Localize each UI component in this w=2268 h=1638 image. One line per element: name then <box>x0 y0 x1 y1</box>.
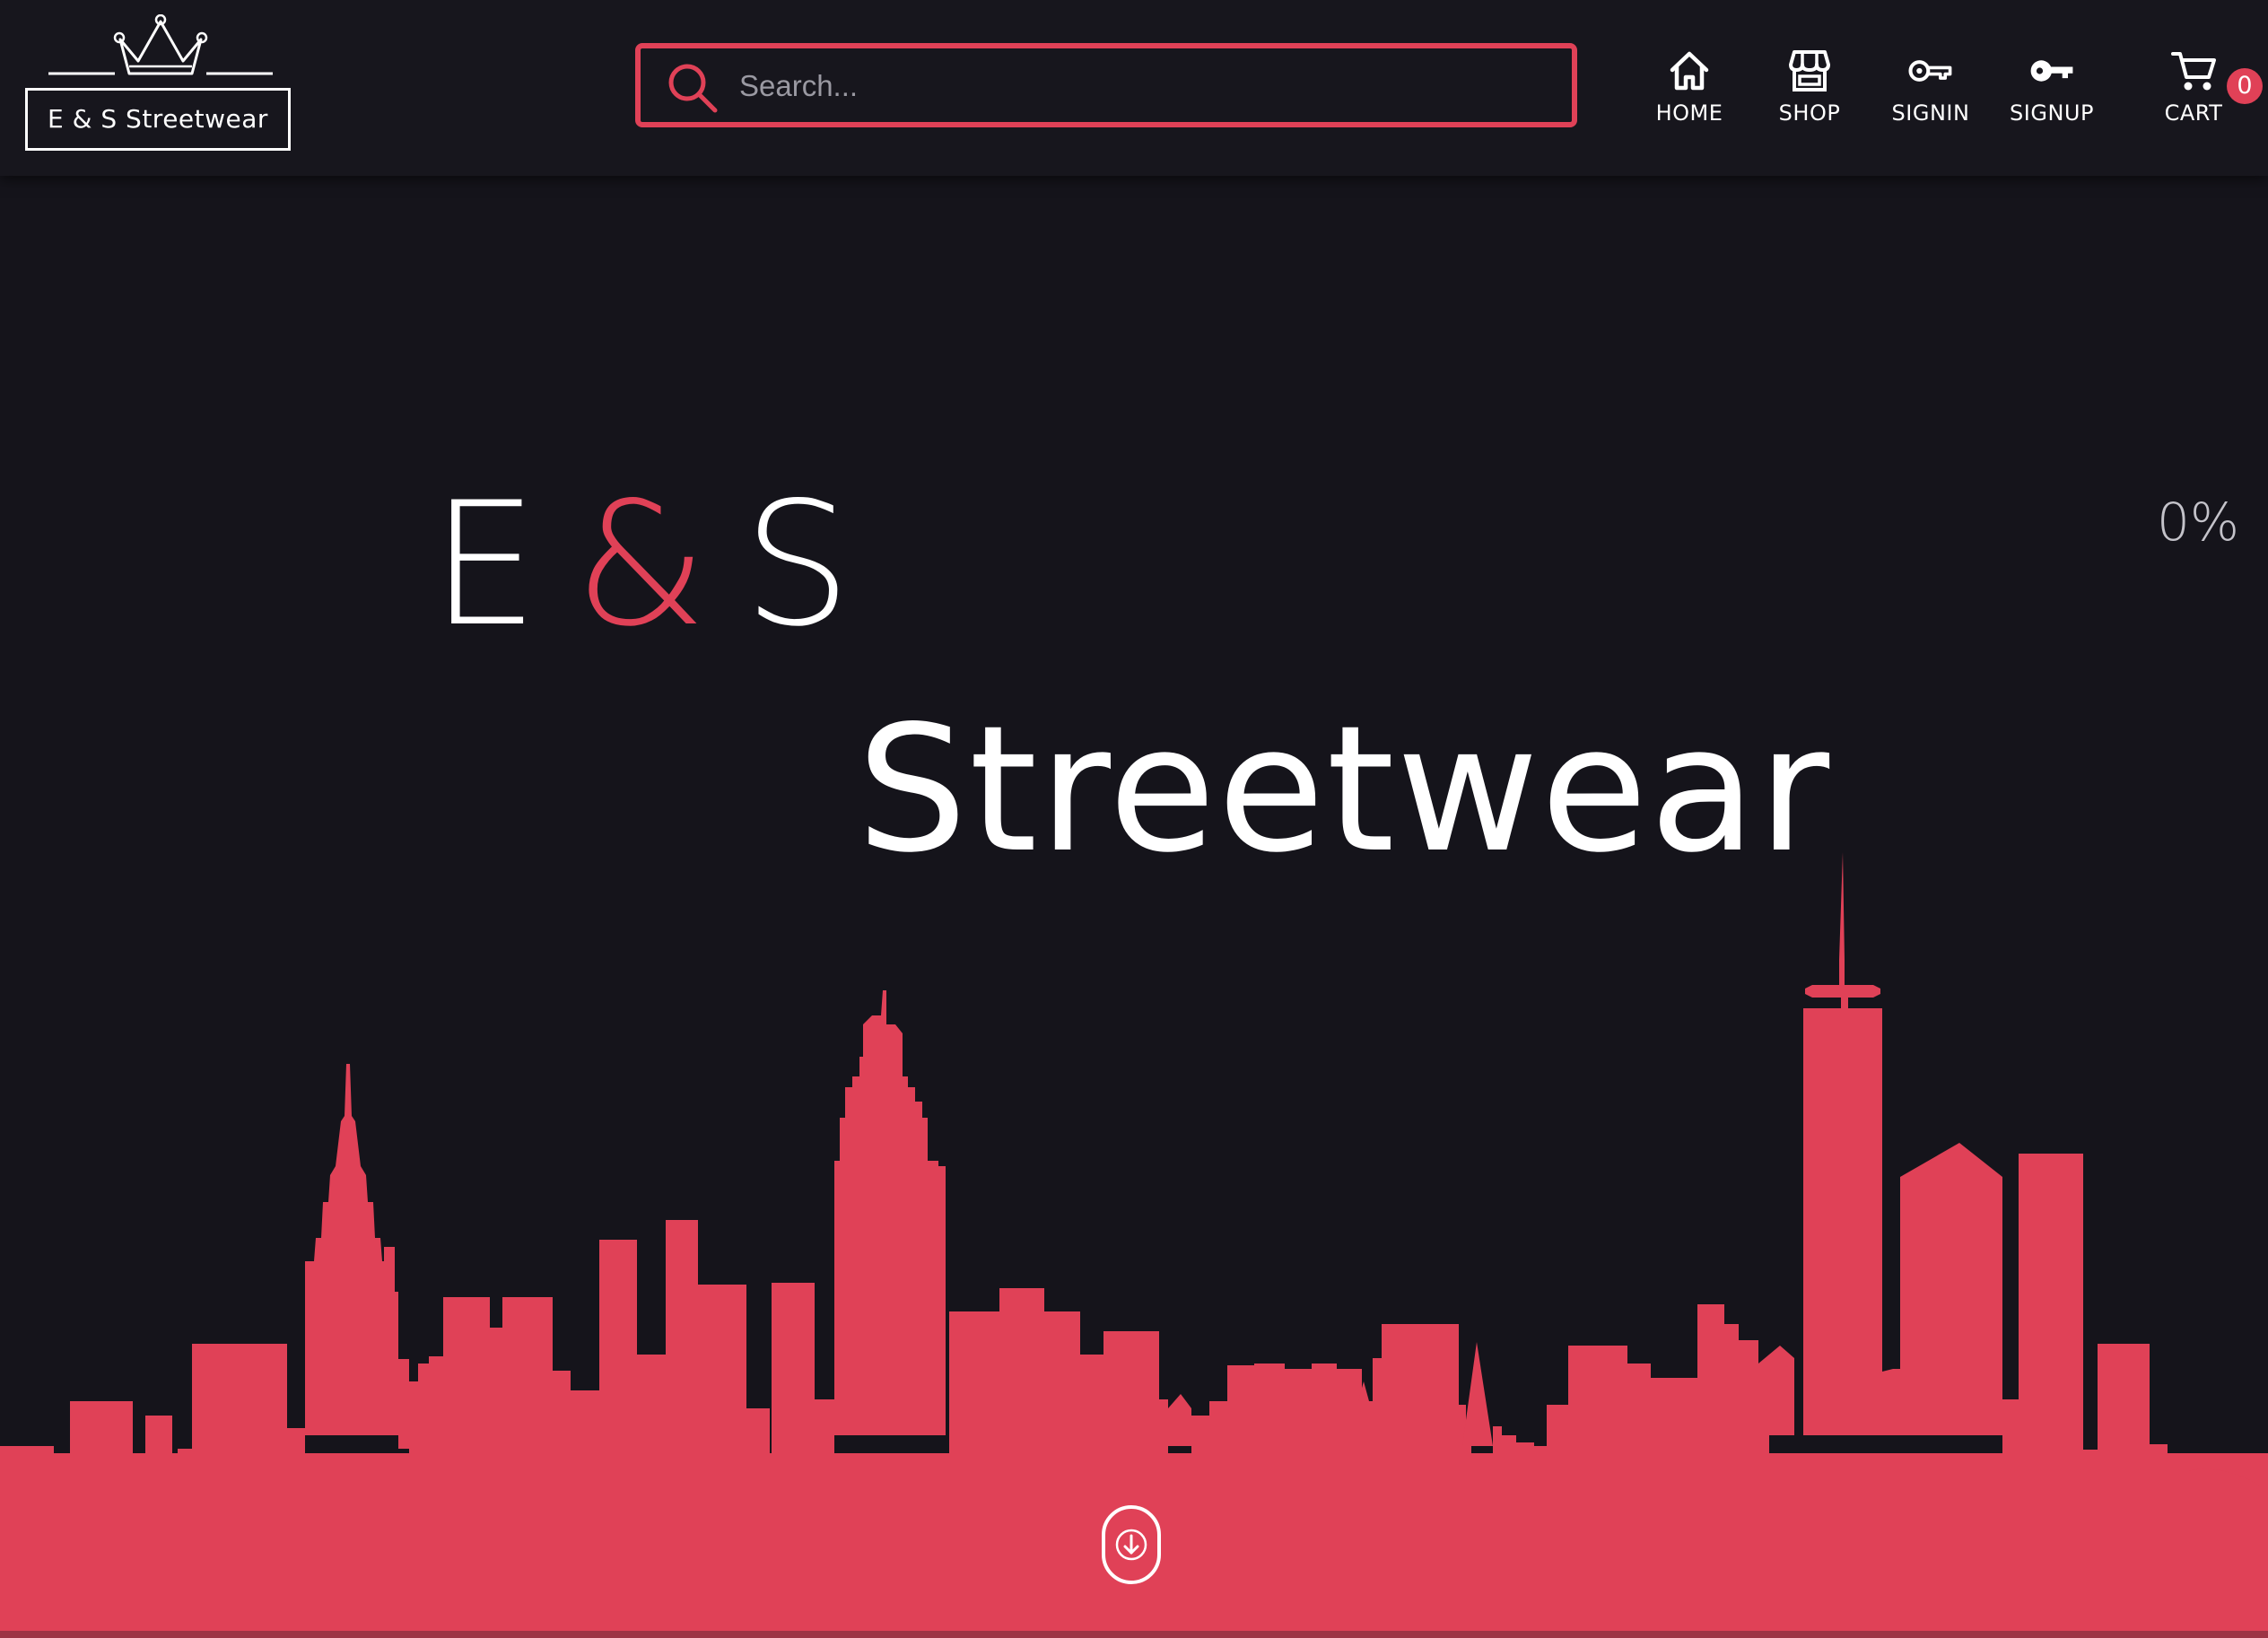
nav-signin-label: SIGNIN <box>1891 100 1970 126</box>
nav-home-label: HOME <box>1655 100 1723 126</box>
key-outline-icon <box>1908 60 1952 82</box>
key-icon <box>2030 60 2073 82</box>
nav-shop[interactable]: SHOP <box>1771 48 1848 131</box>
cart-count-badge: 0 <box>2227 68 2263 104</box>
home-icon <box>1670 51 1709 91</box>
cart-icon <box>2171 52 2216 91</box>
nav-cart[interactable]: CART <box>2160 48 2227 131</box>
nav-home[interactable]: HOME <box>1649 48 1730 131</box>
search-input[interactable] <box>737 57 1548 115</box>
hero-title-e: E <box>431 466 539 664</box>
nav-signup-label: SIGNUP <box>2010 100 2094 126</box>
scroll-progress: 0% <box>2156 492 2239 553</box>
nav-signin[interactable]: SIGNIN <box>1888 48 1974 131</box>
arrow-down-icon <box>1115 1529 1147 1561</box>
logo-text: E & S Streetwear <box>25 88 291 151</box>
nav-cart-label: CART <box>2164 100 2223 126</box>
nav-shop-label: SHOP <box>1778 100 1841 126</box>
scroll-down-button[interactable] <box>1102 1505 1161 1584</box>
hero-title: E & S <box>431 466 851 664</box>
nav-signup[interactable]: SIGNUP <box>2006 48 2098 131</box>
header: E & S Streetwear HOME <box>0 0 2268 176</box>
hero-title-ampersand: & <box>574 466 708 664</box>
page: E & S Streetwear HOME <box>0 0 2268 1638</box>
search-icon[interactable] <box>666 61 720 115</box>
hero-title-s: S <box>743 466 851 664</box>
search-bar <box>635 43 1577 127</box>
store-icon <box>1789 50 1830 91</box>
logo[interactable]: E & S Streetwear <box>25 14 294 156</box>
crown-icon <box>48 14 273 75</box>
hero-subtitle: Streetwear <box>857 688 1832 891</box>
